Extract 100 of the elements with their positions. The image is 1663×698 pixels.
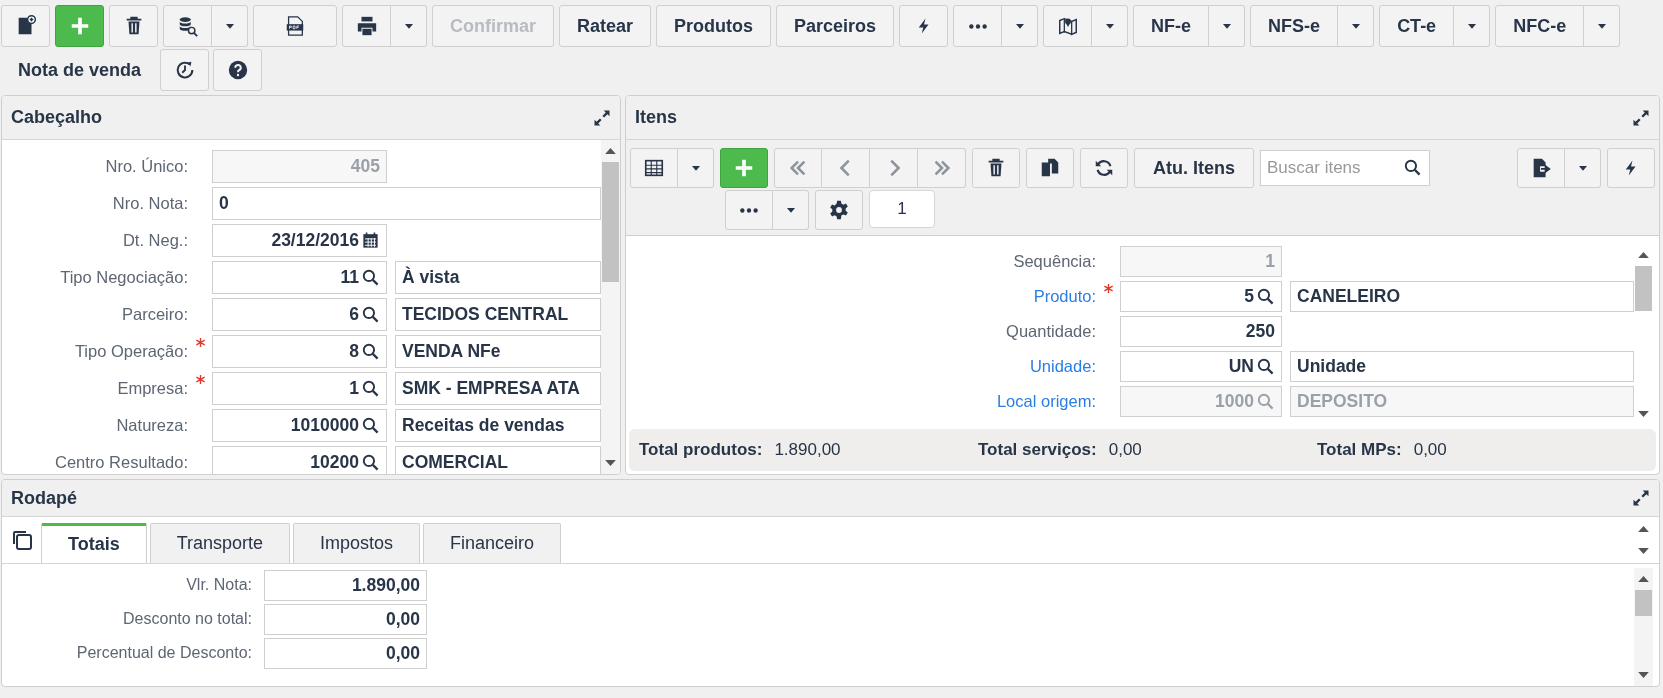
field-label[interactable]: Produto: xyxy=(626,287,1096,306)
input-field[interactable]: 1 xyxy=(212,372,387,405)
required-icon xyxy=(194,374,206,385)
input-field[interactable]: 0 xyxy=(212,187,601,220)
field-label: Quantidade: xyxy=(1005,322,1096,341)
input-field[interactable]: 0,00 xyxy=(264,637,427,669)
input-field[interactable]: 5 xyxy=(1120,281,1282,312)
settings-button[interactable] xyxy=(815,190,863,230)
delete-item-button[interactable] xyxy=(972,148,1020,188)
pdf-file-icon xyxy=(284,15,306,37)
input-field[interactable]: 23/12/2016 xyxy=(212,224,387,257)
history-button[interactable] xyxy=(160,49,210,91)
search-icon[interactable] xyxy=(361,268,380,287)
description-field: CANELEIRO xyxy=(1290,281,1634,312)
scroll-up-icon[interactable] xyxy=(605,148,616,154)
total-value: 1.890,00 xyxy=(774,440,841,460)
search-icon[interactable] xyxy=(361,379,380,398)
toolbar-button[interactable]: Ratear xyxy=(559,5,652,47)
field-label[interactable]: Local origem: xyxy=(626,392,1096,411)
input-field[interactable]: 0,00 xyxy=(264,603,427,635)
scrollbar-thumb[interactable] xyxy=(1635,266,1652,312)
add-item-button[interactable] xyxy=(720,148,768,188)
refresh-button[interactable] xyxy=(1080,148,1128,188)
more-button[interactable] xyxy=(953,5,1003,47)
field-label: Percentual de Desconto: xyxy=(75,644,252,662)
description-field: Unidade xyxy=(1290,351,1634,382)
tab[interactable]: Transporte xyxy=(149,523,291,563)
scroll-down-icon[interactable] xyxy=(1638,672,1649,678)
input-field[interactable]: 250 xyxy=(1120,316,1282,347)
input-field[interactable]: 11 xyxy=(212,261,387,294)
field-label: Centro Resultado: xyxy=(54,453,188,472)
scroll-up-icon[interactable] xyxy=(1638,576,1649,582)
scroll-up-icon[interactable] xyxy=(1638,526,1649,532)
description-field: COMERCIAL xyxy=(395,446,601,474)
description-field: Receitas de vendas xyxy=(395,409,601,442)
document-menu-button[interactable]: CT-e xyxy=(1379,5,1455,47)
total-label: Total MPs: xyxy=(1317,440,1402,460)
document-menu-button[interactable]: NFC-e xyxy=(1495,5,1585,47)
pdf-button[interactable] xyxy=(253,5,337,47)
actions-button[interactable] xyxy=(1607,148,1655,188)
input-field[interactable]: 10200 xyxy=(212,446,387,474)
last-button[interactable] xyxy=(918,148,966,188)
grid-view-button[interactable] xyxy=(630,148,678,188)
search-icon[interactable] xyxy=(361,342,380,361)
help-button[interactable] xyxy=(213,49,263,91)
search-field[interactable]: Buscar itens xyxy=(1260,150,1430,186)
search-icon[interactable] xyxy=(361,416,380,435)
scroll-down-icon[interactable] xyxy=(1638,548,1649,554)
field-label: Desconto no total: xyxy=(122,610,252,628)
scrollbar[interactable] xyxy=(1634,568,1653,686)
more-button[interactable] xyxy=(725,190,773,230)
windows-icon[interactable] xyxy=(10,528,34,552)
scrollbar[interactable] xyxy=(601,140,620,474)
document-menu-button[interactable]: NF-e xyxy=(1133,5,1210,47)
map-button[interactable] xyxy=(1043,5,1093,47)
printer-icon xyxy=(355,15,378,37)
more-icon xyxy=(740,207,758,213)
input-field[interactable]: 1010000 xyxy=(212,409,387,442)
field-label[interactable]: Unidade: xyxy=(626,357,1096,376)
search-icon[interactable] xyxy=(1256,287,1275,306)
tab[interactable]: Financeiro xyxy=(423,523,562,563)
scroll-up-icon[interactable] xyxy=(1638,252,1649,258)
tab[interactable]: Totais xyxy=(41,523,147,563)
print-button[interactable] xyxy=(342,5,391,47)
input-field[interactable]: 6 xyxy=(212,298,387,331)
scroll-down-icon[interactable] xyxy=(605,460,616,466)
copy-icon xyxy=(1039,157,1061,179)
search-icon[interactable] xyxy=(361,453,380,472)
duplicate-button[interactable] xyxy=(1026,148,1074,188)
tab[interactable]: Impostos xyxy=(293,523,421,563)
search-icon[interactable] xyxy=(1403,158,1422,177)
expand-icon[interactable] xyxy=(1631,488,1651,508)
add-button[interactable] xyxy=(55,5,104,47)
input-field[interactable]: 1.890,00 xyxy=(264,569,427,601)
total-value: 0,00 xyxy=(1413,440,1447,460)
description-field: VENDA NFe xyxy=(395,335,601,368)
gear-icon xyxy=(828,199,850,221)
field-label: Nro. Único: xyxy=(104,157,188,176)
field-label: Vlr. Nota: xyxy=(185,576,252,594)
description-field: SMK - EMPRESA ATA xyxy=(395,372,601,405)
toolbar-button[interactable]: Produtos xyxy=(656,5,772,47)
field-label: Empresa: xyxy=(116,379,188,398)
input-field[interactable]: UN xyxy=(1120,351,1282,382)
export-button[interactable] xyxy=(1517,148,1565,188)
scroll-down-icon[interactable] xyxy=(1638,411,1649,417)
delete-button[interactable] xyxy=(109,5,158,47)
scrollbar-thumb[interactable] xyxy=(602,162,619,283)
calendar-icon[interactable] xyxy=(361,231,380,250)
database-search-button[interactable] xyxy=(163,5,212,47)
actions-button[interactable] xyxy=(899,5,949,47)
scrollbar-thumb[interactable] xyxy=(1635,590,1652,616)
search-icon[interactable] xyxy=(1256,357,1275,376)
plus-icon xyxy=(733,157,755,179)
update-items-button[interactable]: Atu. Itens xyxy=(1134,148,1254,188)
input-field[interactable]: 8 xyxy=(212,335,387,368)
document-menu-button[interactable]: NFS-e xyxy=(1250,5,1339,47)
search-icon[interactable] xyxy=(361,305,380,324)
new-document-button[interactable] xyxy=(1,5,50,47)
toolbar-button[interactable]: Parceiros xyxy=(776,5,895,47)
field-label: Natureza: xyxy=(115,416,188,435)
